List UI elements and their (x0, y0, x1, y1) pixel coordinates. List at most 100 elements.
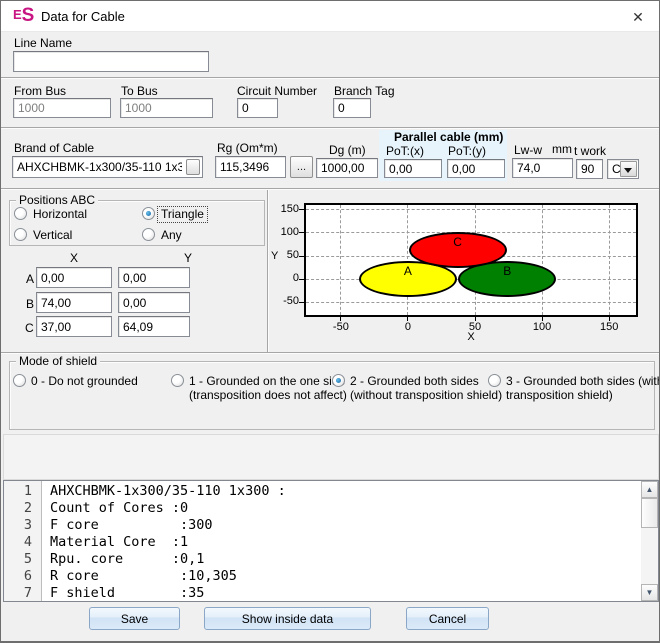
dg-label: Dg (m) (329, 144, 366, 157)
console-line-number: 2 (4, 500, 32, 517)
close-icon[interactable]: ✕ (625, 4, 651, 28)
line-name-input[interactable] (13, 51, 209, 72)
x-tick-label: 100 (522, 321, 562, 333)
console-line: 2Count of Cores :0 (4, 500, 640, 517)
y-tick-mark (299, 256, 304, 257)
row-a-label: A (26, 273, 34, 286)
radio-triangle[interactable] (142, 207, 155, 220)
spacer-panel (3, 434, 659, 480)
potx-input[interactable] (384, 159, 442, 178)
x-gridline (542, 205, 543, 315)
rg-label: Rg (Om*m) (217, 142, 278, 155)
chart-plot-area: ABC (304, 203, 638, 317)
cancel-button[interactable]: Cancel (406, 607, 489, 630)
radio-shield-3-label2: transposition shield) (506, 389, 613, 402)
brand-of-cable-input[interactable] (12, 156, 203, 178)
console-line: 7F shield :35 (4, 585, 640, 602)
positions-abc-title: Positions ABC (16, 193, 98, 207)
divider (1, 77, 659, 79)
lww-label: Lw-w (514, 144, 542, 157)
a-y-input[interactable] (118, 267, 190, 288)
mm-label: mm (552, 143, 572, 156)
vertical-scrollbar[interactable]: ▲ ▼ (641, 481, 658, 601)
y-gridline (306, 302, 636, 303)
radio-shield-1-label[interactable]: 1 - Grounded on the one side (189, 375, 345, 388)
console-line-text: F shield :35 (50, 585, 204, 602)
console-line: 3F core :300 (4, 517, 640, 534)
radio-shield-2-label2: (without transposition shield) (350, 389, 502, 402)
poty-label: PoT:(y) (448, 145, 486, 158)
scroll-up-icon[interactable]: ▲ (641, 481, 658, 498)
parallel-cable-title: Parallel cable (mm) (394, 131, 503, 144)
console-line-text: R core :10,305 (50, 568, 237, 585)
row-b-label: B (26, 298, 34, 311)
cable-ellipse-label-A: A (388, 264, 428, 278)
console-line-text: Material Core :1 (50, 534, 188, 551)
chevron-down-icon[interactable] (620, 161, 637, 177)
radio-shield-3[interactable] (488, 374, 501, 387)
y-tick-mark (299, 302, 304, 303)
to-bus-input[interactable] (120, 98, 213, 118)
radio-horizontal-label[interactable]: Horizontal (33, 208, 87, 221)
twork-label: t work (574, 145, 606, 158)
console-line-text: AHXCHBMK-1x300/35-110 1x300 : (50, 483, 286, 500)
brand-dropdown-button[interactable] (186, 159, 200, 175)
y-tick-mark (299, 209, 304, 210)
console-line-number: 5 (4, 551, 32, 568)
scroll-down-icon[interactable]: ▼ (641, 584, 658, 601)
twork-unit-combo[interactable]: C (607, 159, 639, 179)
scrollbar-thumb[interactable] (641, 498, 658, 528)
a-x-input[interactable] (36, 267, 112, 288)
x-tick-label: 50 (455, 321, 495, 333)
radio-shield-1[interactable] (171, 374, 184, 387)
circuit-number-input[interactable] (237, 98, 278, 118)
column-x-header: X (70, 252, 78, 265)
radio-shield-0[interactable] (13, 374, 26, 387)
radio-vertical-label[interactable]: Vertical (33, 229, 72, 242)
y-tick-mark (299, 232, 304, 233)
radio-horizontal[interactable] (14, 207, 27, 220)
y-tick-label: 0 (269, 272, 299, 284)
window-title: Data for Cable (41, 9, 125, 24)
save-button[interactable]: Save (89, 607, 180, 630)
from-bus-label: From Bus (14, 85, 66, 98)
c-y-input[interactable] (118, 316, 190, 337)
show-inside-data-button[interactable]: Show inside data (204, 607, 371, 630)
dg-input[interactable] (316, 158, 378, 178)
x-gridline (407, 205, 408, 315)
branch-tag-input[interactable] (333, 98, 371, 118)
b-x-input[interactable] (36, 292, 112, 313)
radio-any[interactable] (142, 228, 155, 241)
console-line: 1 AHXCHBMK-1x300/35-110 1x300 : (4, 483, 640, 500)
x-tick-label: 0 (388, 321, 428, 333)
y-tick-label: 50 (269, 249, 299, 261)
radio-triangle-label[interactable]: Triangle (158, 207, 207, 222)
radio-shield-0-label[interactable]: 0 - Do not grounded (31, 375, 138, 388)
console-line: 4Material Core :1 (4, 534, 640, 551)
y-tick-label: 150 (269, 203, 299, 215)
console-line-number: 1 (4, 483, 32, 500)
radio-any-label[interactable]: Any (161, 229, 182, 242)
cable-data-console[interactable]: 1 AHXCHBMK-1x300/35-110 1x300 :2Count of … (3, 480, 659, 602)
rg-more-button[interactable]: ... (290, 156, 313, 178)
x-tick-label: 150 (589, 321, 629, 333)
radio-shield-2[interactable] (332, 374, 345, 387)
c-x-input[interactable] (36, 316, 112, 337)
lww-input[interactable] (512, 158, 573, 178)
console-line-number: 6 (4, 568, 32, 585)
radio-shield-2-label[interactable]: 2 - Grounded both sides (350, 375, 479, 388)
row-c-label: C (25, 322, 34, 335)
twork-input[interactable] (576, 159, 603, 179)
console-line: 5Rpu. core :0,1 (4, 551, 640, 568)
rg-input[interactable] (215, 156, 286, 178)
poty-input[interactable] (447, 159, 505, 178)
app-logo-icon: ES (13, 5, 34, 27)
column-y-header: Y (184, 252, 192, 265)
b-y-input[interactable] (118, 292, 190, 313)
to-bus-label: To Bus (121, 85, 158, 98)
radio-shield-3-label[interactable]: 3 - Grounded both sides (with (506, 375, 660, 388)
from-bus-input[interactable] (13, 98, 111, 118)
branch-tag-label: Branch Tag (334, 85, 395, 98)
x-gridline (609, 205, 610, 315)
radio-vertical[interactable] (14, 228, 27, 241)
